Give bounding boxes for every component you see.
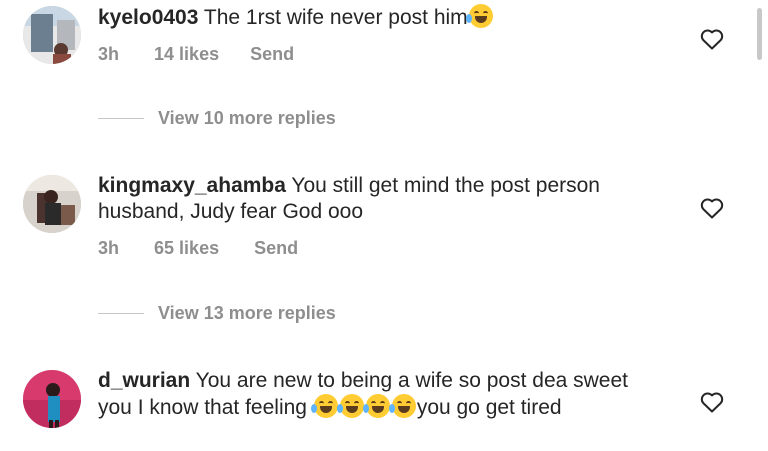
comment-meta: 3h 14 likes Send — [98, 44, 294, 65]
reply-send-button[interactable]: Send — [254, 238, 298, 259]
reply-send-button[interactable]: Send — [250, 44, 294, 65]
laughing-tears-emoji-icon — [362, 394, 390, 418]
comment-likes[interactable]: 65 likes — [154, 238, 219, 259]
heart-icon[interactable] — [700, 391, 724, 413]
avatar-image — [23, 6, 81, 64]
comment-username[interactable]: kingmaxy_ahamba — [98, 174, 286, 197]
avatar[interactable] — [23, 6, 81, 64]
comment-meta: 3h 65 likes Send — [98, 238, 298, 259]
laughing-tears-emoji-icon — [336, 394, 364, 418]
laughing-tears-emoji-icon — [465, 4, 493, 28]
comment-likes[interactable]: 14 likes — [154, 44, 219, 65]
avatar[interactable] — [23, 370, 81, 428]
comment-time: 3h — [98, 238, 120, 258]
view-replies-label[interactable]: View 13 more replies — [158, 303, 336, 324]
laughing-tears-emoji-icon — [388, 394, 416, 418]
scrollbar[interactable] — [757, 8, 762, 60]
view-replies-link[interactable]: View 10 more replies — [98, 108, 336, 129]
view-replies-label[interactable]: View 10 more replies — [158, 108, 336, 129]
laughing-tears-emoji-icon — [310, 394, 338, 418]
replies-divider — [98, 313, 144, 314]
comment-text: kingmaxy_ahamba You still get mind the p… — [98, 173, 658, 225]
comment-username[interactable]: kyelo0403 — [98, 6, 198, 29]
avatar[interactable] — [23, 175, 81, 233]
view-replies-link[interactable]: View 13 more replies — [98, 303, 336, 324]
heart-icon[interactable] — [700, 197, 724, 219]
comment-body: The 1rst wife never post him — [203, 6, 468, 29]
comment-body-end: you go get tired — [416, 396, 562, 419]
comment-text: kyelo0403 The 1rst wife never post him — [98, 4, 658, 31]
heart-icon[interactable] — [700, 28, 724, 50]
avatar-image — [23, 370, 81, 428]
replies-divider — [98, 118, 144, 119]
comment-username[interactable]: d_wurian — [98, 369, 190, 392]
comment-time: 3h — [98, 44, 120, 64]
avatar-image — [23, 175, 81, 233]
comment-text: d_wurian You are new to being a wife so … — [98, 368, 658, 421]
